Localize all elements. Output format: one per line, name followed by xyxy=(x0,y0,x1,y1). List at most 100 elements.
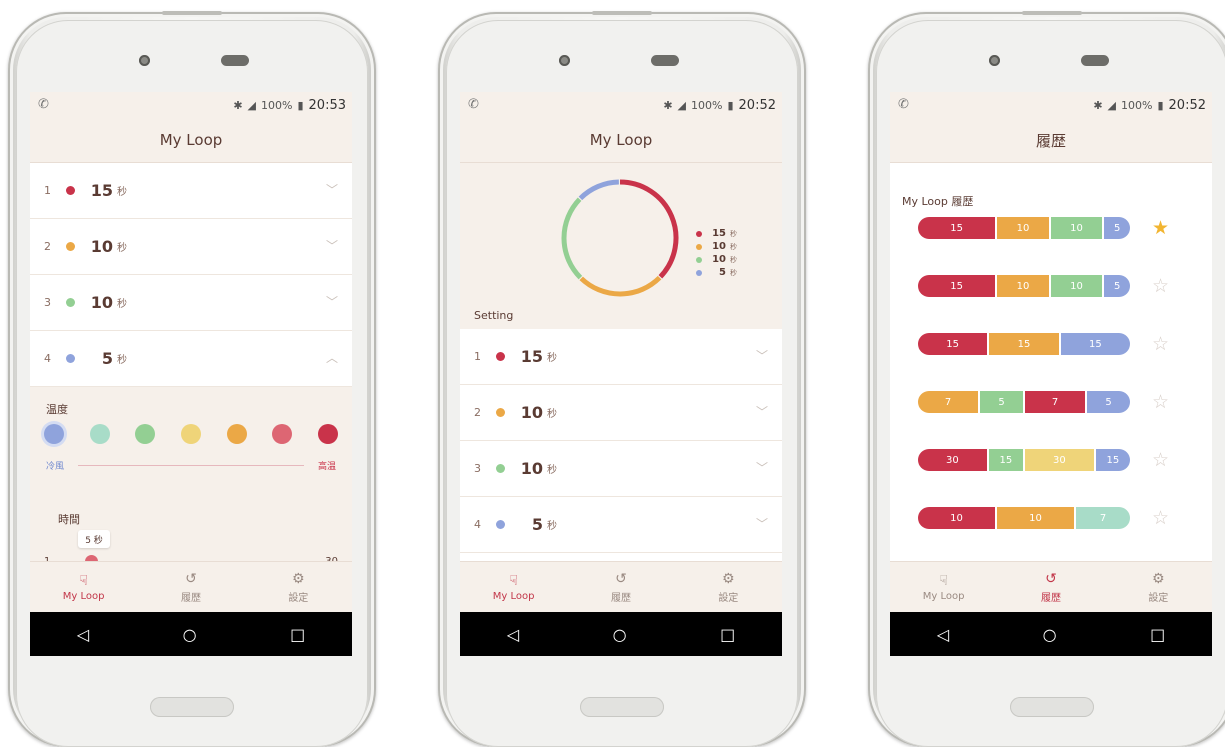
loop-bar: 10 10 7 xyxy=(918,507,1130,529)
row-number: 1 xyxy=(44,184,51,197)
row-seconds: 5 xyxy=(101,349,113,368)
star-icon[interactable]: ★ xyxy=(1152,217,1169,239)
chevron-down-icon[interactable]: ﹀ xyxy=(326,237,338,254)
loop-segment: 15 xyxy=(918,275,996,297)
legend-value: 15 xyxy=(712,228,726,239)
row-seconds: 5 xyxy=(531,515,543,534)
back-icon[interactable]: ◁ xyxy=(77,625,89,644)
chevron-down-icon[interactable]: ﹀ xyxy=(756,515,768,532)
legend-value: 5 xyxy=(719,267,726,278)
temperature-swatch[interactable] xyxy=(317,424,338,444)
back-icon[interactable]: ◁ xyxy=(937,625,949,644)
recents-icon[interactable]: □ xyxy=(1150,625,1165,644)
temperature-swatch[interactable] xyxy=(44,424,64,444)
back-icon[interactable]: ◁ xyxy=(507,625,519,644)
cold-label: 冷風 xyxy=(46,462,65,472)
nav-settings[interactable]: ⚙ 設定 xyxy=(1105,562,1212,612)
history-row[interactable]: 15 10 10 5 ★ xyxy=(890,209,1212,267)
nav-settings[interactable]: ⚙ 設定 xyxy=(675,562,782,612)
loop-row[interactable]: 2 10 秒 ﹀ xyxy=(30,219,352,275)
chevron-down-icon[interactable]: ﹀ xyxy=(326,293,338,310)
donut-legend: 15 秒 10 秒 10 秒 5 秒 xyxy=(696,227,737,279)
home-icon[interactable]: ○ xyxy=(1043,625,1057,644)
temperature-swatch[interactable] xyxy=(226,424,247,444)
nav-history[interactable]: ↺ 履歴 xyxy=(997,562,1104,612)
status-bar: ✆ ✱ ◢ 100% ▮ 20:53 xyxy=(30,92,352,118)
star-icon[interactable]: ☆ xyxy=(1152,333,1169,355)
phone-chin xyxy=(150,697,234,717)
temperature-swatch[interactable] xyxy=(180,424,201,444)
loop-segment: 7 xyxy=(918,391,979,413)
loop-segment: 15 xyxy=(1058,333,1130,355)
phone-chin xyxy=(580,697,664,717)
nav-myloop[interactable]: ☟ My Loop xyxy=(460,562,567,612)
loop-row[interactable]: 4 5 秒 ︿ xyxy=(30,331,352,387)
chevron-down-icon[interactable]: ﹀ xyxy=(326,181,338,198)
row-number: 4 xyxy=(474,518,481,531)
loop-row[interactable]: 4 5 秒 ﹀ xyxy=(460,497,782,553)
loop-bar: 15 15 15 xyxy=(918,333,1130,355)
system-nav-bar: ◁ ○ □ xyxy=(890,612,1212,656)
chevron-up-icon[interactable]: ︿ xyxy=(326,349,338,366)
recents-icon[interactable]: □ xyxy=(290,625,305,644)
loop-segment: 15 xyxy=(918,333,988,355)
bottom-nav: ☟ My Loop ↺ 履歴 ⚙ 設定 xyxy=(890,561,1212,612)
home-icon[interactable]: ○ xyxy=(613,625,627,644)
history-row[interactable]: 10 10 7 ☆ xyxy=(890,499,1212,557)
row-unit: 秒 xyxy=(117,355,127,366)
nav-myloop[interactable]: ☟ My Loop xyxy=(890,562,997,612)
phone-icon: ✆ xyxy=(468,97,479,112)
nav-settings-label: 設定 xyxy=(718,592,739,604)
nav-myloop-label: My Loop xyxy=(62,590,105,602)
legend-item: 10 秒 xyxy=(696,253,737,266)
bottom-nav: ☟ My Loop ↺ 履歴 ⚙ 設定 xyxy=(30,561,352,612)
front-camera xyxy=(139,55,150,66)
history-row[interactable]: 15 10 10 5 ☆ xyxy=(890,267,1212,325)
row-seconds: 10 xyxy=(520,403,543,422)
history-list: 15 10 10 5 ★ 15 10 10 5 ☆ 15 15 15 ☆ 7 5 7 5 ☆ 30 15 30 15 ☆ 10 1… xyxy=(890,209,1212,557)
star-icon[interactable]: ☆ xyxy=(1152,507,1169,529)
temperature-swatch[interactable] xyxy=(272,424,293,444)
nav-history[interactable]: ↺ 履歴 xyxy=(567,562,674,612)
row-number: 3 xyxy=(474,462,481,475)
recents-icon[interactable]: □ xyxy=(720,625,735,644)
loop-row[interactable]: 3 10 秒 ﹀ xyxy=(460,441,782,497)
legend-item: 5秒 xyxy=(696,266,737,279)
row-unit: 秒 xyxy=(117,299,127,310)
loop-row[interactable]: 1 15 秒 ﹀ xyxy=(460,329,782,385)
row-unit: 秒 xyxy=(117,187,127,198)
loop-segment: 7 xyxy=(1074,507,1130,529)
nav-settings[interactable]: ⚙ 設定 xyxy=(245,562,352,612)
row-number: 2 xyxy=(44,240,51,253)
row-seconds: 15 xyxy=(520,347,543,366)
temperature-swatches xyxy=(44,424,338,444)
chevron-down-icon[interactable]: ﹀ xyxy=(756,459,768,476)
home-icon[interactable]: ○ xyxy=(183,625,197,644)
loop-row[interactable]: 1 15 秒 ﹀ xyxy=(30,163,352,219)
row-seconds: 10 xyxy=(90,237,113,256)
row-number: 1 xyxy=(474,350,481,363)
nav-history[interactable]: ↺ 履歴 xyxy=(137,562,244,612)
chevron-down-icon[interactable]: ﹀ xyxy=(756,347,768,364)
loop-bar: 7575 xyxy=(918,391,1130,413)
star-icon[interactable]: ☆ xyxy=(1152,275,1169,297)
loop-segment: 5 xyxy=(1102,275,1130,297)
nav-history-label: 履歴 xyxy=(1040,592,1061,604)
temperature-swatch[interactable] xyxy=(135,424,156,444)
loop-row[interactable]: 3 10 秒 ﹀ xyxy=(30,275,352,331)
donut-segment xyxy=(619,179,679,279)
temperature-swatch[interactable] xyxy=(89,424,110,444)
row-seconds: 10 xyxy=(520,459,543,478)
star-icon[interactable]: ☆ xyxy=(1152,449,1169,471)
loop-row[interactable]: 2 10 秒 ﹀ xyxy=(460,385,782,441)
chevron-down-icon[interactable]: ﹀ xyxy=(756,403,768,420)
star-icon[interactable]: ☆ xyxy=(1152,391,1169,413)
front-sensor xyxy=(1081,55,1109,66)
history-row[interactable]: 15 15 15 ☆ xyxy=(890,325,1212,383)
history-row[interactable]: 7 5 7 5 ☆ xyxy=(890,383,1212,441)
nav-myloop[interactable]: ☟ My Loop xyxy=(30,562,137,612)
history-icon: ↺ xyxy=(1045,570,1057,587)
loop-segment: 15 xyxy=(1093,449,1130,471)
row-unit: 秒 xyxy=(547,521,557,532)
history-row[interactable]: 30 15 30 15 ☆ xyxy=(890,441,1212,499)
